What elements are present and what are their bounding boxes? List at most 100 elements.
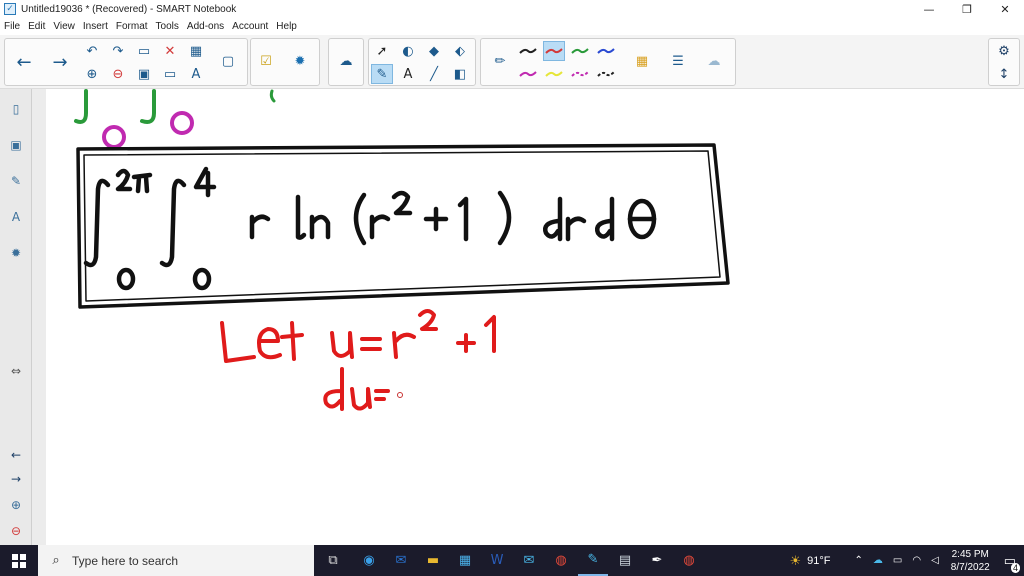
text-icon[interactable]: A (397, 64, 419, 84)
store-icon[interactable]: ▦ (450, 545, 480, 576)
smart-tools-icon[interactable]: ▤ (610, 545, 640, 576)
properties-icon[interactable]: A (6, 207, 26, 227)
previous-page-icon[interactable]: ← (9, 42, 39, 82)
menu-insert[interactable]: Insert (79, 21, 112, 32)
pen-color-8[interactable] (595, 64, 617, 84)
addons-icon[interactable]: ✹ (6, 243, 26, 263)
delete-icon[interactable]: ✕ (159, 41, 181, 61)
side-next-icon[interactable]: → (6, 469, 26, 489)
onedrive-icon[interactable]: ☁ (873, 555, 883, 566)
side-previous-icon[interactable]: ← (6, 445, 26, 465)
delete-page-icon[interactable]: ⊖ (107, 64, 129, 84)
pen-color-2[interactable] (543, 41, 565, 61)
search-icon: ⌕ (52, 553, 60, 568)
pen-color-7[interactable] (569, 64, 591, 84)
chrome-profile-icon[interactable]: ◍ (674, 545, 704, 576)
minimize-button[interactable]: — (910, 0, 948, 18)
close-button[interactable]: ✕ (986, 0, 1024, 18)
pen-color-1[interactable] (517, 41, 539, 61)
windows-start-button[interactable] (0, 545, 38, 576)
menu-account[interactable]: Account (228, 21, 272, 32)
weather-temp[interactable]: 91°F (807, 555, 830, 567)
side-delete-page-icon[interactable]: ⊖ (6, 521, 26, 541)
mail-icon[interactable]: ✉ (514, 545, 544, 576)
task-view-icon[interactable]: ⧉ (318, 545, 348, 576)
toolbar: ← → ↶ ↷ ▭ ✕ ▦ ⊕ ⊖ ▣ ▭ A ▢ ☑ ✹ ☁ ➚ ◐ ◆ ⬖ … (0, 35, 1024, 89)
settings-gear-icon[interactable]: ⚙ (993, 41, 1015, 61)
battery-icon[interactable]: ▭ (893, 555, 902, 566)
gallery-icon[interactable]: ▣ (6, 135, 26, 155)
pens-icon[interactable]: ✎ (371, 64, 393, 84)
pen-type-icon[interactable]: ✏ (489, 51, 511, 71)
line-icon[interactable]: ╱ (423, 64, 445, 84)
toolbar-group-response: ☁ (328, 38, 364, 86)
chrome-icon[interactable]: ◍ (546, 545, 576, 576)
line-style-icon[interactable]: ☰ (667, 51, 689, 71)
select-icon[interactable]: ➚ (371, 41, 393, 61)
activity-icon[interactable]: ☑ (255, 51, 277, 71)
add-page-icon[interactable]: ⊕ (81, 64, 103, 84)
redo-icon[interactable]: ↷ (107, 41, 129, 61)
pen-color-4[interactable] (595, 41, 617, 61)
whiteboard-canvas[interactable]: Let u = r² + 1 du = (46, 89, 1024, 545)
color-palette-icon[interactable]: ▦ (631, 51, 653, 71)
wifi-icon[interactable]: ◠ (912, 555, 921, 566)
eraser-shape-icon[interactable]: ◆ (423, 41, 445, 61)
volume-icon[interactable]: ◁ (931, 555, 939, 566)
undo-icon[interactable]: ↶ (81, 41, 103, 61)
tray-chevron-icon[interactable]: ⌃ (854, 555, 862, 566)
smart-notebook-task-icon[interactable]: ✎ (578, 545, 608, 576)
canvas-margin (32, 89, 46, 545)
previous-integral-ink (74, 89, 276, 149)
ink-workspace-icon[interactable]: ✒ (642, 545, 672, 576)
menu-view[interactable]: View (49, 21, 79, 32)
move-toolbar-icon[interactable]: ↕ (993, 64, 1015, 84)
attachments-icon[interactable]: ✎ (6, 171, 26, 191)
side-add-page-icon[interactable]: ⊕ (6, 495, 26, 515)
edge-browser-icon[interactable]: ◉ (354, 545, 384, 576)
file-explorer-icon[interactable]: ▬ (418, 545, 448, 576)
eraser-icon[interactable]: ◧ (449, 64, 471, 84)
pen-color-6[interactable] (543, 64, 565, 84)
shapes-icon[interactable]: ◐ (397, 41, 419, 61)
substitution-du-text: du = (520, 400, 522, 402)
handwriting-layer: Let u = r² + 1 du = (74, 89, 730, 411)
response-icon[interactable]: ☁ (335, 51, 357, 71)
boxed-integral-ink (83, 166, 657, 291)
menu-tools[interactable]: Tools (152, 21, 183, 32)
restore-button[interactable]: ❐ (948, 0, 986, 18)
menu-format[interactable]: Format (112, 21, 152, 32)
clock[interactable]: 2:45 PM 8/7/2022 (951, 548, 990, 574)
title-bar: ✓ Untitled19036 * (Recovered) - SMART No… (0, 0, 1024, 18)
resize-handle-icon[interactable]: ⇔ (6, 361, 26, 381)
page-sorter-icon[interactable]: ▯ (6, 99, 26, 119)
screen-shade-icon[interactable]: ▭ (159, 64, 181, 84)
fill-icon[interactable]: ⬖ (449, 41, 471, 61)
table-icon[interactable]: ▦ (185, 41, 207, 61)
outlook-icon[interactable]: ✉ (386, 545, 416, 576)
pen-color-5[interactable] (517, 64, 539, 84)
document-camera-icon[interactable]: ▢ (217, 51, 239, 71)
window-title: Untitled19036 * (Recovered) - SMART Note… (21, 3, 237, 15)
menu-addons[interactable]: Add-ons (183, 21, 228, 32)
toolbar-group-settings: ⚙ ↕ (988, 38, 1020, 86)
text-tools-icon[interactable]: A (185, 64, 207, 84)
menu-help[interactable]: Help (272, 21, 301, 32)
toolbar-group-edit: ← → ↶ ↷ ▭ ✕ ▦ ⊕ ⊖ ▣ ▭ A ▢ (4, 38, 248, 86)
paste-icon[interactable]: ▭ (133, 41, 155, 61)
notification-center-icon[interactable]: ▭ 4 (1004, 553, 1020, 573)
pen-color-3[interactable] (569, 41, 591, 61)
taskbar-search-box[interactable]: ⌕ Type here to search (38, 545, 314, 576)
menu-bar: File Edit View Insert Format Tools Add-o… (0, 18, 301, 34)
pen-cursor-icon (397, 392, 403, 398)
menu-edit[interactable]: Edit (24, 21, 49, 32)
word-icon[interactable]: W (482, 545, 512, 576)
smart-notebook-window: ✓ Untitled19036 * (Recovered) - SMART No… (0, 0, 1024, 576)
substitution-u-text: Let u = r² + 1 (520, 349, 526, 352)
save-icon[interactable]: ▣ (133, 64, 155, 84)
next-page-icon[interactable]: → (45, 42, 75, 82)
pen-effects-icon[interactable]: ☁ (703, 51, 725, 71)
menu-file[interactable]: File (0, 21, 24, 32)
widget-icon[interactable]: ✹ (289, 51, 311, 71)
side-panel: ▯ ▣ ✎ A ✹ ⇔ ← → ⊕ ⊖ (0, 89, 32, 545)
